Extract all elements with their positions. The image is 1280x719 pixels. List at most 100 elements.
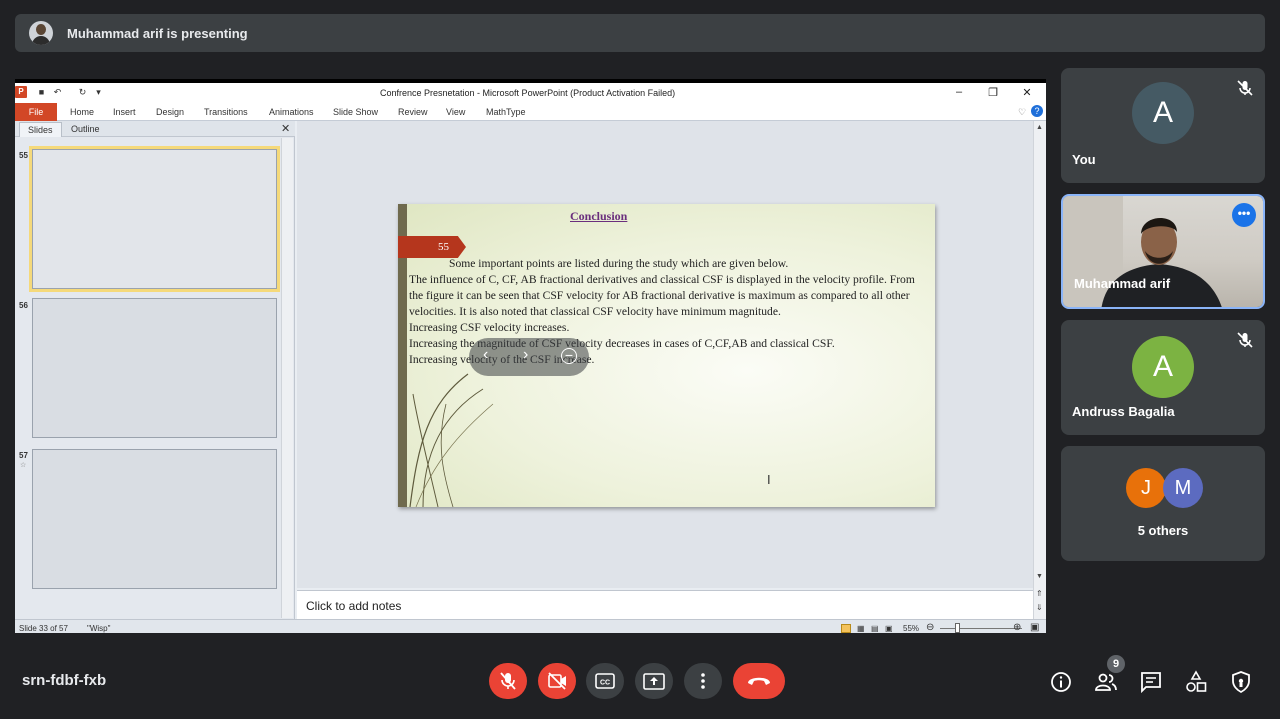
- tab-mathtype[interactable]: MathType: [486, 107, 526, 117]
- help-icon[interactable]: ?: [1031, 105, 1043, 117]
- tab-design[interactable]: Design: [156, 107, 184, 117]
- ribbon-minimize-icon[interactable]: ♡: [1018, 107, 1026, 118]
- previous-slide-icon[interactable]: ⇑: [1036, 589, 1043, 598]
- participant-count-badge: 9: [1107, 655, 1125, 673]
- transition-star-icon: ☆: [20, 462, 27, 469]
- tab-transitions[interactable]: Transitions: [204, 107, 248, 117]
- text-cursor-icon: I: [767, 472, 771, 487]
- status-bar: Slide 33 of 57 "Wisp" ▦ ▤ ▣ 55% ⊖ ⊕ ▣: [15, 619, 1046, 633]
- close-icon[interactable]: ✕: [1019, 86, 1035, 99]
- edit-scrollbar[interactable]: ▲ ▼ ⇑ ⇓: [1033, 121, 1046, 633]
- redo-icon[interactable]: ↻: [77, 87, 88, 98]
- slide-line: Some important points are listed during …: [449, 257, 789, 270]
- tab-insert[interactable]: Insert: [113, 107, 136, 117]
- next-arrow-icon[interactable]: ›: [523, 346, 528, 364]
- slide-thumbnail[interactable]: [32, 298, 277, 438]
- captions-button[interactable]: CC: [586, 663, 624, 699]
- participant-name: 5 others: [1137, 523, 1189, 538]
- people-icon[interactable]: [1094, 670, 1118, 694]
- slide-sorter-icon[interactable]: ▦: [857, 624, 865, 633]
- normal-view-icon[interactable]: [841, 624, 851, 633]
- pane-tabs: Slides Outline ✕: [15, 121, 295, 137]
- zoom-plus-icon[interactable]: ⊕: [1013, 622, 1021, 633]
- close-pane-icon[interactable]: ✕: [281, 122, 290, 135]
- slide-counter: Slide 33 of 57: [19, 624, 68, 633]
- tab-slide-show[interactable]: Slide Show: [333, 107, 378, 117]
- next-slide-icon[interactable]: ⇓: [1036, 603, 1043, 612]
- muted-mic-icon: [1237, 332, 1253, 348]
- minimize-icon[interactable]: –: [951, 86, 967, 98]
- toggle-mic-button[interactable]: [489, 663, 527, 699]
- more-options-button[interactable]: [684, 663, 722, 699]
- notes-placeholder: Click to add notes: [306, 599, 402, 613]
- present-button[interactable]: [635, 663, 673, 699]
- previous-arrow-icon[interactable]: ‹: [483, 346, 488, 364]
- tab-file[interactable]: File: [15, 103, 57, 121]
- tab-outline[interactable]: Outline: [63, 122, 108, 137]
- ribbon-tabs: Home Insert Design Transitions Animation…: [15, 103, 1046, 121]
- slideshow-view-icon[interactable]: ▣: [885, 624, 893, 633]
- slide-line: Increasing CSF velocity increases.: [409, 321, 570, 334]
- mic-off-icon: [500, 672, 516, 690]
- zoom-slider-handle[interactable]: [955, 623, 960, 633]
- tab-slides[interactable]: Slides: [19, 122, 62, 137]
- powerpoint-titlebar: P ■ ↶ ↻ ▾ Confrence Presnetation - Micro…: [15, 83, 1046, 103]
- slide-number-label: 55: [438, 241, 449, 253]
- presenter-banner-text: Muhammad arif is presenting: [67, 25, 248, 41]
- participant-name: Muhammad arif: [1074, 276, 1171, 291]
- hang-up-icon: [748, 677, 770, 685]
- avatar: A: [1132, 336, 1194, 398]
- quick-access-dropdown-icon[interactable]: ▾: [93, 87, 104, 98]
- scroll-down-icon[interactable]: ▼: [1036, 573, 1043, 580]
- slide-line: The influence of C, CF, AB fractional de…: [409, 273, 915, 318]
- activities-icon[interactable]: [1184, 670, 1208, 694]
- meeting-code: srn-fdbf-fxb: [22, 672, 107, 689]
- more-vert-icon: [701, 673, 705, 689]
- zoom-slider[interactable]: [940, 628, 1022, 629]
- muted-mic-icon: [1237, 80, 1253, 96]
- tab-animations[interactable]: Animations: [269, 107, 314, 117]
- zoom-out-icon[interactable]: −: [561, 348, 577, 364]
- participant-tile-muhammad-arif[interactable]: ••• Muhammad arif: [1061, 194, 1265, 309]
- slides-pane: Slides Outline ✕ 55 56 57 ☆: [15, 121, 295, 619]
- participant-name: Andruss Bagalia: [1072, 404, 1175, 419]
- presenter-banner: Muhammad arif is presenting: [15, 14, 1265, 52]
- zoom-level[interactable]: 55%: [903, 624, 919, 633]
- scroll-up-icon[interactable]: ▲: [1036, 124, 1043, 131]
- theme-name: "Wisp": [87, 624, 111, 633]
- slide-thumbnail[interactable]: [29, 146, 280, 292]
- restore-icon[interactable]: ❐: [985, 86, 1001, 99]
- slide-number-badge: 55: [398, 236, 466, 258]
- zoom-minus-icon[interactable]: ⊖: [926, 622, 934, 633]
- participant-tile-andruss-bagalia[interactable]: A Andruss Bagalia: [1061, 320, 1265, 435]
- thumbnail-number: 56: [19, 301, 28, 310]
- tab-review[interactable]: Review: [398, 107, 428, 117]
- svg-text:CC: CC: [600, 680, 610, 687]
- tab-home[interactable]: Home: [70, 107, 94, 117]
- zoom-control-overlay[interactable]: ‹ › −: [469, 338, 589, 376]
- notes-pane[interactable]: Click to add notes: [297, 590, 1033, 619]
- participant-tile-you[interactable]: A You: [1061, 68, 1265, 183]
- participant-tile-others[interactable]: J M 5 others: [1061, 446, 1265, 561]
- tab-view[interactable]: View: [446, 107, 465, 117]
- avatar: J: [1126, 468, 1166, 508]
- meeting-details-icon[interactable]: [1049, 670, 1073, 694]
- chat-icon[interactable]: [1139, 670, 1163, 694]
- thumbnail-number: 57: [19, 451, 28, 460]
- undo-icon[interactable]: ↶: [52, 87, 63, 98]
- pane-scrollbar[interactable]: [281, 138, 293, 618]
- reading-view-icon[interactable]: ▤: [871, 624, 879, 633]
- camera-off-icon: [548, 672, 566, 690]
- toggle-camera-button[interactable]: [538, 663, 576, 699]
- fit-to-window-icon[interactable]: ▣: [1030, 622, 1039, 633]
- shared-screen-powerpoint: P ■ ↶ ↻ ▾ Confrence Presnetation - Micro…: [15, 79, 1046, 633]
- slide-thumbnail[interactable]: [32, 449, 277, 589]
- thumbnail-number: 55: [19, 151, 28, 160]
- slide-title: Conclusion: [570, 209, 628, 223]
- save-icon[interactable]: ■: [36, 87, 47, 98]
- avatar: M: [1163, 468, 1203, 508]
- host-controls-icon[interactable]: [1229, 670, 1253, 694]
- more-options-button[interactable]: •••: [1232, 203, 1256, 227]
- leave-call-button[interactable]: [733, 663, 785, 699]
- captions-icon: CC: [595, 673, 615, 689]
